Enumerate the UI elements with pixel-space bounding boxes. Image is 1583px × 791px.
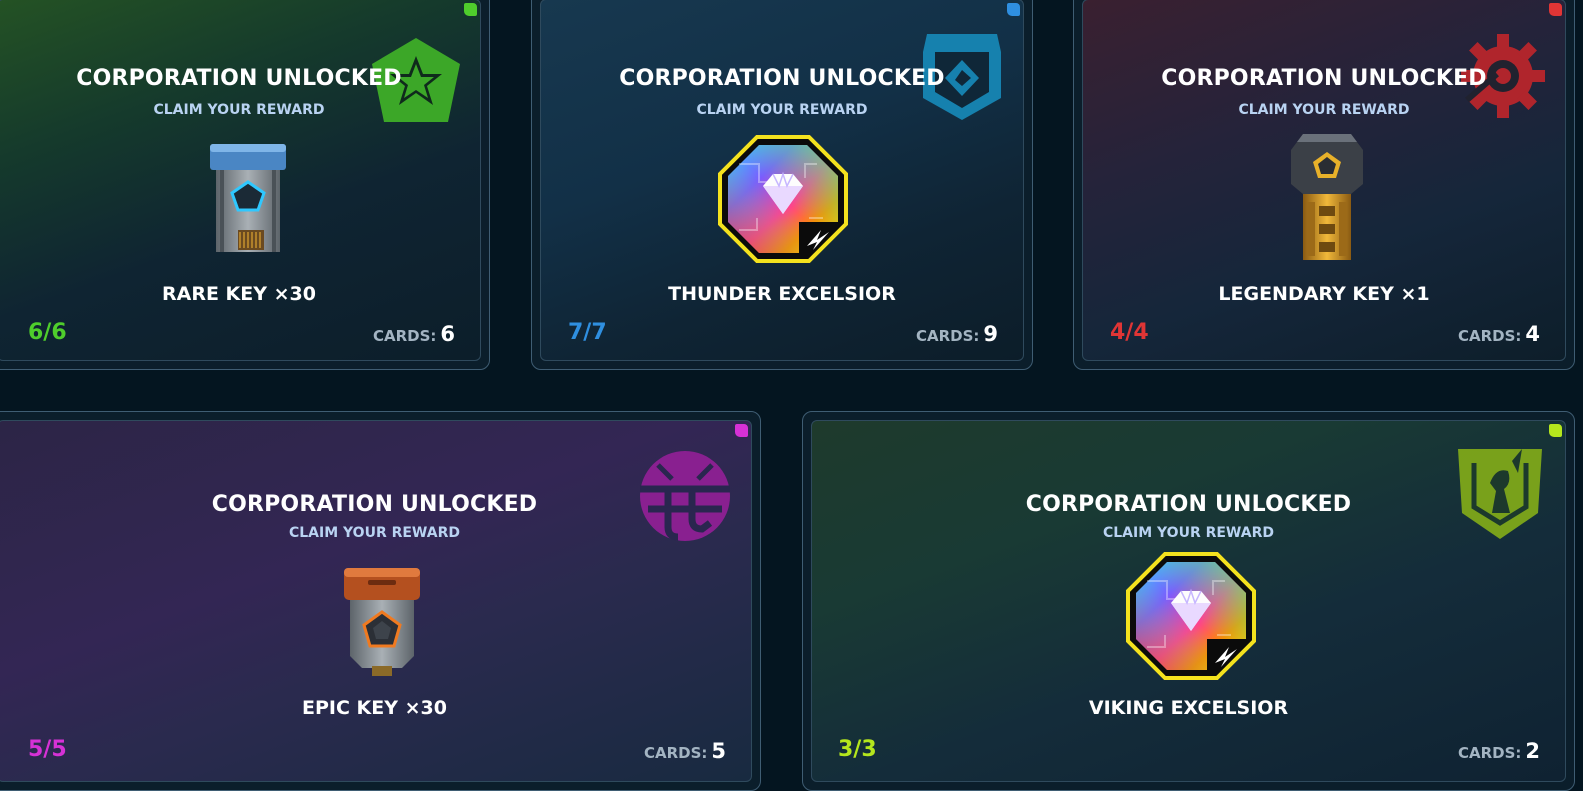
reward-name: VIKING EXCELSIOR	[1088, 697, 1289, 719]
rare-key-icon	[210, 144, 286, 252]
reward-card-thunder-excelsior[interactable]: CORPORATION UNLOCKED CLAIM YOUR REWARD T…	[531, 0, 1033, 370]
card-title: CORPORATION UNLOCKED	[1025, 492, 1352, 517]
cards-label: CARDS:	[1457, 744, 1522, 762]
corner-marker	[464, 3, 477, 16]
reward-card-epic-key[interactable]: CORPORATION UNLOCKED CLAIM YOUR REWARD E…	[0, 411, 761, 791]
cards-count: CARDS: 5	[644, 739, 726, 763]
legendary-key-icon	[1291, 134, 1363, 260]
card-title: CORPORATION UNLOCKED	[76, 66, 402, 91]
reward-name: THUNDER EXCELSIOR	[668, 283, 896, 305]
corner-marker	[1549, 424, 1562, 437]
card-panel: CORPORATION UNLOCKED CLAIM YOUR REWARD L…	[1082, 0, 1566, 361]
cards-value: 2	[1525, 739, 1540, 763]
card-title: CORPORATION UNLOCKED	[1161, 66, 1487, 91]
epic-key-icon	[344, 568, 420, 676]
cards-count: CARDS: 9	[916, 322, 998, 346]
card-subtitle: CLAIM YOUR REWARD	[288, 525, 460, 541]
cards-label: CARDS:	[372, 327, 437, 345]
reward-card-legendary-key[interactable]: CORPORATION UNLOCKED CLAIM YOUR REWARD L…	[1073, 0, 1575, 370]
cards-label: CARDS:	[643, 744, 708, 762]
progress-count: 3/3	[838, 737, 877, 762]
cards-label: CARDS:	[1457, 327, 1522, 345]
cards-label: CARDS:	[915, 327, 980, 345]
cards-value: 5	[711, 739, 726, 763]
progress-count: 6/6	[28, 320, 67, 345]
progress-count: 7/7	[568, 320, 607, 345]
card-subtitle: CLAIM YOUR REWARD	[1238, 102, 1410, 118]
card-panel: CORPORATION UNLOCKED CLAIM YOUR REWARD T…	[540, 0, 1024, 361]
cards-count: CARDS: 6	[373, 322, 455, 346]
card-title: CORPORATION UNLOCKED	[619, 66, 945, 91]
card-subtitle: CLAIM YOUR REWARD	[696, 102, 868, 118]
cards-value: 9	[983, 322, 998, 346]
card-title: CORPORATION UNLOCKED	[211, 492, 538, 517]
reward-card-viking-excelsior[interactable]: CORPORATION UNLOCKED CLAIM YOUR REWARD V…	[802, 411, 1575, 791]
cards-value: 4	[1525, 322, 1540, 346]
cards-count: CARDS: 2	[1458, 739, 1540, 763]
cards-value: 6	[440, 322, 455, 346]
card-panel: CORPORATION UNLOCKED CLAIM YOUR REWARD V…	[811, 420, 1566, 782]
card-panel: CORPORATION UNLOCKED CLAIM YOUR REWARD R…	[0, 0, 481, 361]
card-subtitle: CLAIM YOUR REWARD	[153, 102, 325, 118]
rainbow-diamond-badge-icon	[1126, 552, 1256, 680]
rainbow-diamond-badge-icon	[718, 135, 848, 263]
progress-count: 4/4	[1110, 320, 1149, 345]
card-panel: CORPORATION UNLOCKED CLAIM YOUR REWARD E…	[0, 420, 752, 782]
corner-marker	[1549, 3, 1562, 16]
reward-name: EPIC KEY ×30	[302, 697, 447, 719]
reward-name: RARE KEY ×30	[162, 283, 316, 305]
cards-count: CARDS: 4	[1458, 322, 1540, 346]
card-subtitle: CLAIM YOUR REWARD	[1102, 525, 1274, 541]
corner-marker	[1007, 3, 1020, 16]
reward-name: LEGENDARY KEY ×1	[1218, 283, 1430, 305]
corner-marker	[735, 424, 748, 437]
progress-count: 5/5	[28, 737, 67, 762]
reward-card-rare-key[interactable]: CORPORATION UNLOCKED CLAIM YOUR REWARD R…	[0, 0, 490, 370]
